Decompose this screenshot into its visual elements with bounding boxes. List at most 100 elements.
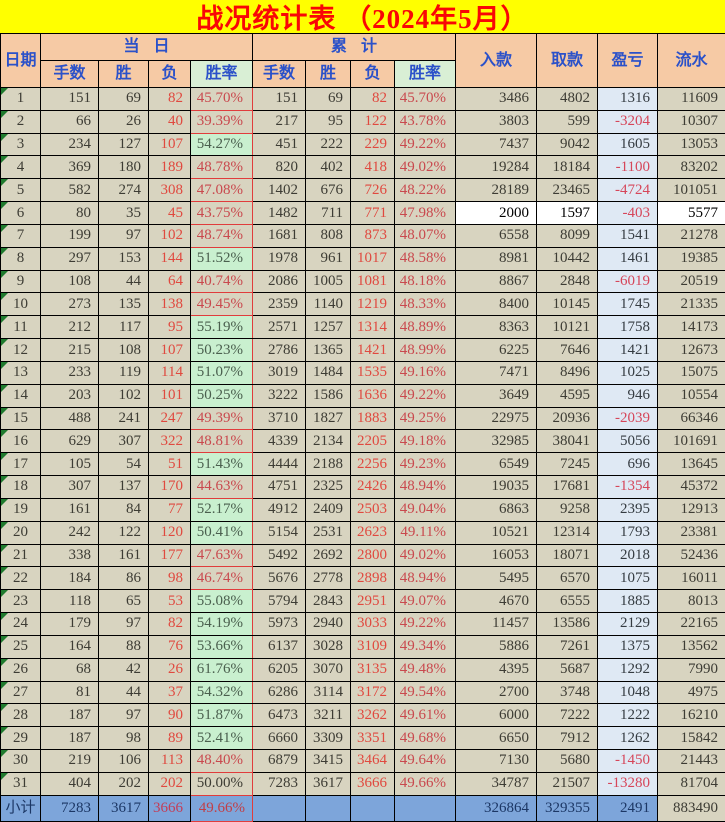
cell-deposit[interactable]: 5495 [456,567,537,590]
cell-date[interactable]: 5 [1,179,41,202]
cell-pnl[interactable]: -1354 [598,476,658,499]
cell-cum-winrate[interactable]: 49.18% [395,430,456,453]
cell-cum-wins[interactable]: 1140 [306,293,351,316]
cell-pnl[interactable]: 1075 [598,567,658,590]
cell-pnl[interactable]: 1048 [598,681,658,704]
cell-daily-winrate[interactable]: 49.45% [191,293,253,316]
cell-daily-hands[interactable]: 66 [41,110,99,133]
cell-cum-losses[interactable]: 1219 [351,293,395,316]
cell-pnl[interactable]: 1885 [598,590,658,613]
cell-cum-winrate[interactable]: 45.70% [395,88,456,111]
cell-cum-winrate[interactable]: 48.18% [395,270,456,293]
cell-withdraw[interactable]: 10442 [537,247,598,270]
cell-daily-hands[interactable]: 215 [41,339,99,362]
cell-cum-losses[interactable]: 3262 [351,704,395,727]
cell-cum-hands[interactable]: 3019 [253,361,306,384]
cell-pnl[interactable]: 1375 [598,635,658,658]
cell-daily-losses[interactable]: 89 [149,727,191,750]
cell-withdraw[interactable]: 5687 [537,658,598,681]
cell-withdraw[interactable]: 6555 [537,590,598,613]
cell-subtotal-label[interactable]: 小计 [1,795,41,821]
cell-daily-wins[interactable]: 3617 [99,795,149,821]
cell-daily-hands[interactable]: 488 [41,407,99,430]
cell-cum-winrate[interactable]: 49.16% [395,361,456,384]
cell-cum-wins[interactable]: 2692 [306,544,351,567]
cell-daily-winrate[interactable]: 53.66% [191,635,253,658]
cell-date[interactable]: 3 [1,133,41,156]
cell-deposit[interactable]: 6225 [456,339,537,362]
cell-daily-winrate[interactable]: 43.75% [191,202,253,225]
cell-cum-winrate[interactable]: 49.68% [395,727,456,750]
cell-pnl[interactable]: 2129 [598,613,658,636]
cell-pnl[interactable]: 696 [598,453,658,476]
cell-daily-winrate[interactable]: 55.19% [191,316,253,339]
cell-daily-losses[interactable]: 247 [149,407,191,430]
cell-turnover[interactable]: 10554 [658,384,725,407]
cell-withdraw[interactable]: 18184 [537,156,598,179]
cell-daily-wins[interactable]: 108 [99,339,149,362]
cell-withdraw[interactable]: 2848 [537,270,598,293]
cell-daily-losses[interactable]: 26 [149,658,191,681]
cell-daily-losses[interactable]: 107 [149,339,191,362]
cell-cum-hands[interactable]: 6286 [253,681,306,704]
cell-cum-hands[interactable]: 2086 [253,270,306,293]
cell-cum-winrate[interactable]: 49.23% [395,453,456,476]
cell-deposit[interactable]: 11457 [456,613,537,636]
cell-cum-losses[interactable]: 2205 [351,430,395,453]
cell-withdraw[interactable]: 7245 [537,453,598,476]
cell-pnl[interactable]: -4724 [598,179,658,202]
cell-daily-winrate[interactable]: 51.07% [191,361,253,384]
cell-date[interactable]: 1 [1,88,41,111]
cell-cum-losses[interactable]: 771 [351,202,395,225]
cell-cum-wins[interactable]: 2134 [306,430,351,453]
cell-cum-winrate[interactable]: 48.58% [395,247,456,270]
cell-daily-losses[interactable]: 107 [149,133,191,156]
cell-cum-losses[interactable]: 3109 [351,635,395,658]
cell-withdraw[interactable]: 9042 [537,133,598,156]
cell-cum-hands[interactable]: 820 [253,156,306,179]
cell-daily-hands[interactable]: 242 [41,521,99,544]
cell-cum-losses[interactable]: 2256 [351,453,395,476]
cell-daily-winrate[interactable]: 54.32% [191,681,253,704]
cell-withdraw[interactable]: 17681 [537,476,598,499]
cell-daily-losses[interactable]: 102 [149,224,191,247]
cell-cum-losses[interactable]: 1883 [351,407,395,430]
cell-daily-wins[interactable]: 202 [99,772,149,795]
cell-daily-wins[interactable]: 241 [99,407,149,430]
cell-pnl[interactable]: 1025 [598,361,658,384]
cell-cum-wins[interactable]: 2409 [306,498,351,521]
cell-daily-losses[interactable]: 95 [149,316,191,339]
cell-cum-wins[interactable]: 1005 [306,270,351,293]
cell-deposit[interactable]: 3803 [456,110,537,133]
cell-daily-winrate[interactable]: 61.76% [191,658,253,681]
cell-daily-hands[interactable]: 118 [41,590,99,613]
cell-pnl[interactable]: 1421 [598,339,658,362]
cell-deposit[interactable]: 16053 [456,544,537,567]
cell-turnover[interactable]: 4975 [658,681,725,704]
cell-pnl[interactable]: 2395 [598,498,658,521]
cell-cum-hands[interactable]: 6660 [253,727,306,750]
cell-daily-winrate[interactable]: 54.27% [191,133,253,156]
cell-date[interactable]: 27 [1,681,41,704]
cell-date[interactable]: 14 [1,384,41,407]
cell-daily-losses[interactable]: 82 [149,613,191,636]
cell-deposit[interactable]: 32985 [456,430,537,453]
cell-cum-wins[interactable]: 711 [306,202,351,225]
cell-daily-losses[interactable]: 308 [149,179,191,202]
cell-turnover[interactable]: 23381 [658,521,725,544]
cell-pnl[interactable]: -3204 [598,110,658,133]
cell-daily-wins[interactable]: 35 [99,202,149,225]
cell-withdraw[interactable]: 23465 [537,179,598,202]
cell-cum-wins[interactable]: 3211 [306,704,351,727]
cell-cum-wins[interactable]: 3415 [306,750,351,773]
cell-daily-hands[interactable]: 187 [41,704,99,727]
cell-daily-hands[interactable]: 161 [41,498,99,521]
cell-turnover[interactable]: 12913 [658,498,725,521]
cell-cum-hands[interactable]: 1978 [253,247,306,270]
cell-daily-losses[interactable]: 202 [149,772,191,795]
cell-withdraw[interactable]: 8496 [537,361,598,384]
cell-daily-wins[interactable]: 137 [99,476,149,499]
cell-daily-losses[interactable]: 40 [149,110,191,133]
cell-cum-hands[interactable]: 6205 [253,658,306,681]
cell-date[interactable]: 28 [1,704,41,727]
